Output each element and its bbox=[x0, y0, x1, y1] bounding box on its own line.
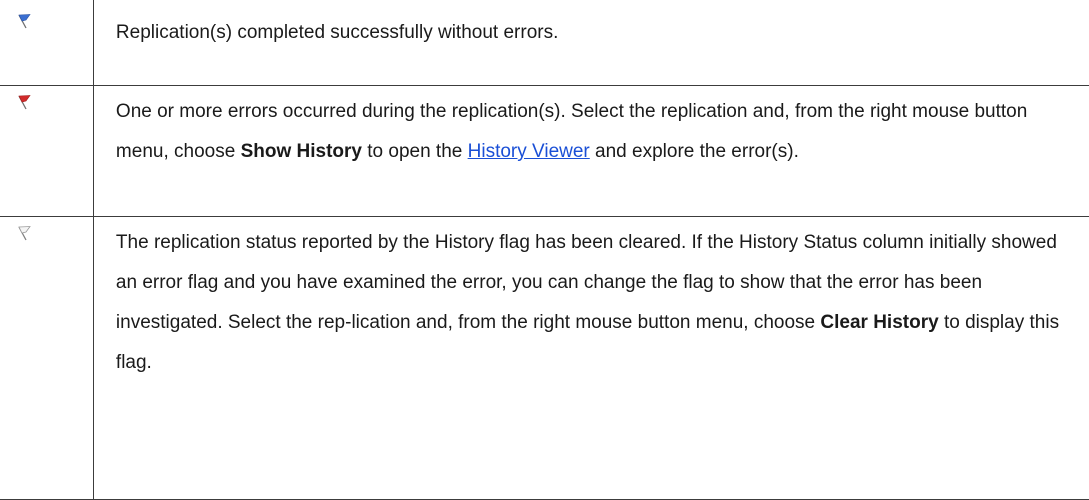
table-row: Replication(s) completed successfully wi… bbox=[0, 0, 1089, 86]
icon-cell bbox=[0, 0, 94, 86]
menu-command-label: Clear History bbox=[820, 312, 939, 333]
description-text: to open the bbox=[361, 141, 468, 162]
description-text: and explore the error(s). bbox=[589, 141, 799, 162]
icon-cell bbox=[0, 216, 94, 500]
description-text: Replication(s) completed successfully wi… bbox=[115, 22, 559, 43]
blue-flag-icon bbox=[18, 14, 31, 29]
description-cell: One or more errors occurred during the r… bbox=[92, 85, 1089, 217]
history-status-table: Replication(s) completed successfully wi… bbox=[0, 0, 1089, 500]
icon-cell bbox=[0, 85, 94, 217]
table-row: One or more errors occurred during the r… bbox=[0, 85, 1089, 217]
history-viewer-link[interactable]: History Viewer bbox=[468, 141, 590, 162]
menu-command-label: Show History bbox=[240, 141, 362, 162]
description-cell: Replication(s) completed successfully wi… bbox=[92, 0, 1089, 86]
red-flag-icon bbox=[18, 95, 31, 110]
white-flag-icon bbox=[18, 226, 31, 241]
table-row: The replication status reported by the H… bbox=[0, 216, 1089, 500]
description-cell: The replication status reported by the H… bbox=[92, 216, 1089, 500]
